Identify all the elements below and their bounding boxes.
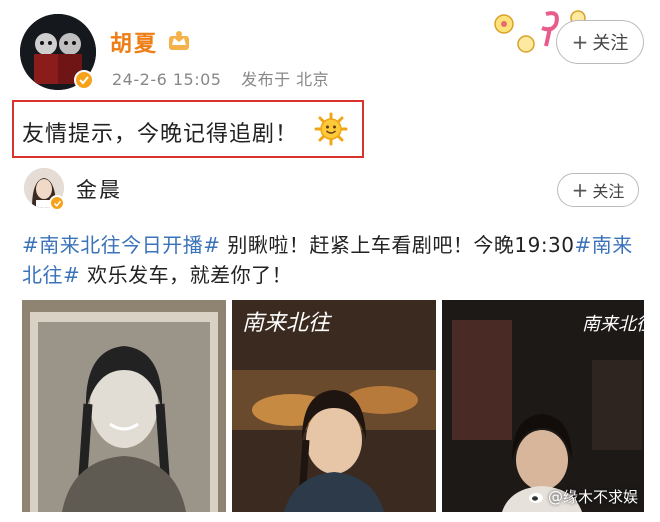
repost-follow-label: 关注 <box>592 182 625 201</box>
weibo-logo-icon <box>529 492 543 503</box>
repost-text-part: 欢乐发车，就差你了！ <box>80 263 293 287</box>
verified-badge-icon <box>74 70 94 90</box>
follow-button[interactable]: + 关注 <box>556 20 644 64</box>
watermark-text: @缘木不求娱 <box>548 488 639 506</box>
post-image[interactable]: 南来北往 <box>442 300 644 512</box>
hashtag-link[interactable]: #南来北往今日开播# <box>22 233 221 257</box>
drama-title-overlay: 南来北往 <box>582 314 644 335</box>
repost-follow-button[interactable]: + 关注 <box>557 173 639 207</box>
repost-verified-badge-icon <box>49 195 65 211</box>
post-location: 发布于 北京 <box>241 70 330 89</box>
post-date: 24-2-6 15:05 <box>112 70 222 89</box>
plus-icon: + <box>571 178 589 202</box>
repost-text-part: 别瞅啦！赶紧上车看剧吧！今晚19:30 <box>220 233 575 257</box>
watermark: @缘木不求娱 <box>528 486 638 507</box>
plus-icon: + <box>571 30 589 54</box>
post-image[interactable]: 南来北往 <box>232 300 436 512</box>
post-text: 友情提示，今晚记得追剧！ <box>22 122 299 147</box>
crown-icon <box>169 31 189 50</box>
drama-title-overlay: 南来北往 <box>242 311 333 336</box>
post-image[interactable] <box>22 300 226 512</box>
follow-label: 关注 <box>592 33 629 54</box>
repost-author-name[interactable]: 金晨 <box>76 174 122 204</box>
sun-emoji-icon <box>314 112 348 146</box>
author-name[interactable]: 胡夏 <box>110 26 158 58</box>
repost-text: #南来北往今日开播# 别瞅啦！赶紧上车看剧吧！今晚19:30#南来北往# 欢乐发… <box>22 230 642 290</box>
post-meta: 24-2-6 15:05 发布于 北京 <box>112 66 343 90</box>
